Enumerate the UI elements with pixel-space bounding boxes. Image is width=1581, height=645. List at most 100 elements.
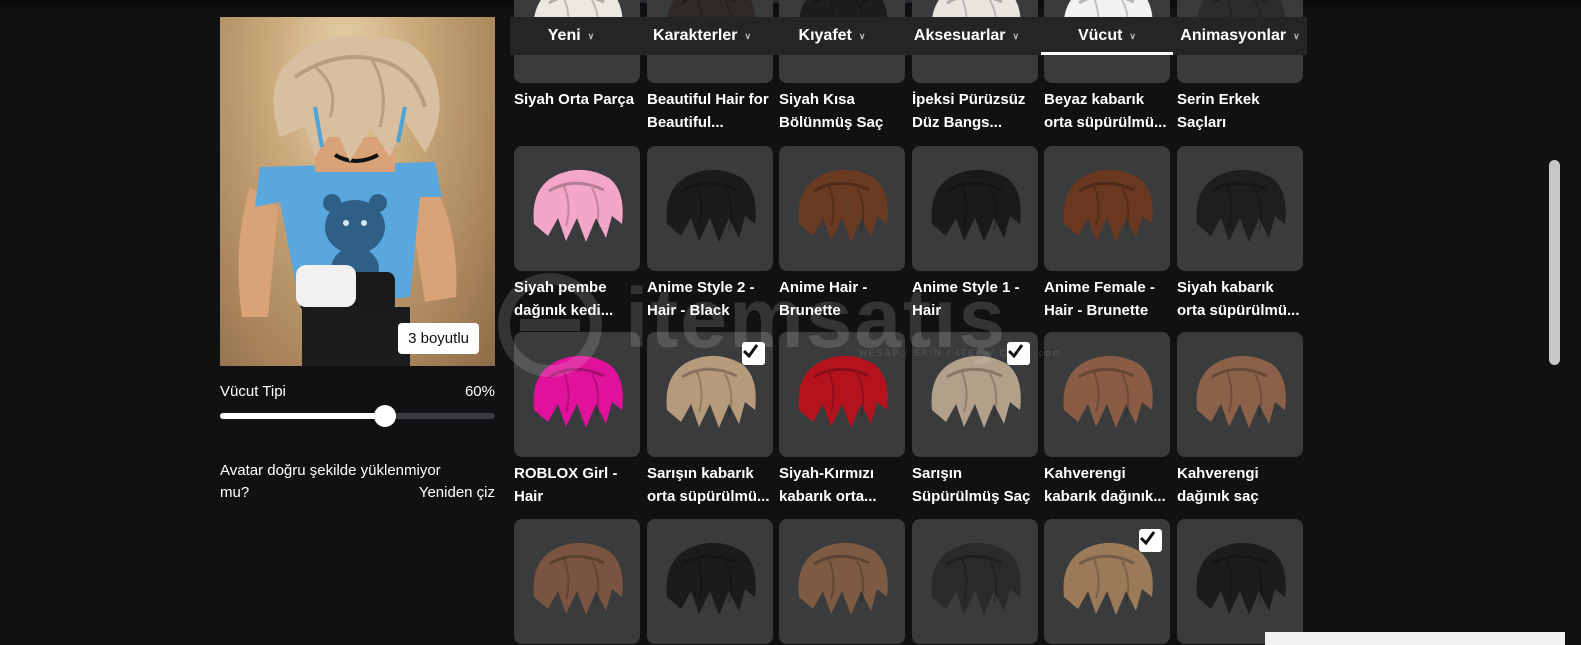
hair-icon bbox=[798, 542, 888, 615]
catalog-grid: Siyah Orta Parça Beautiful Hair for Beaut… bbox=[514, 0, 1304, 645]
item-name[interactable]: Siyah kabarık orta süpürülmü... bbox=[1177, 276, 1303, 322]
catalog-item[interactable]: ROBLOX Girl - Hair bbox=[514, 332, 640, 508]
hair-icon bbox=[1063, 169, 1153, 242]
item-thumbnail[interactable] bbox=[1044, 519, 1170, 644]
catalog-item[interactable] bbox=[779, 519, 905, 645]
item-name[interactable]: Anime Style 2 - Hair - Black bbox=[647, 276, 773, 322]
body-type-slider[interactable] bbox=[220, 405, 495, 427]
tab-label: Animasyonlar bbox=[1180, 27, 1287, 44]
item-thumbnail[interactable] bbox=[779, 332, 905, 457]
catalog-item[interactable]: Siyah-Kırmızı kabarık orta... bbox=[779, 332, 905, 508]
item-thumbnail[interactable] bbox=[779, 519, 905, 644]
item-name[interactable]: Kahverengi kabarık dağınık... bbox=[1044, 462, 1170, 508]
item-thumbnail[interactable] bbox=[514, 146, 640, 271]
item-name[interactable]: ROBLOX Girl - Hair bbox=[514, 462, 640, 508]
catalog-item[interactable] bbox=[1177, 519, 1303, 645]
tab-label: Yeni bbox=[547, 27, 581, 44]
catalog-item[interactable] bbox=[1044, 519, 1170, 645]
item-name[interactable]: Anime Hair - Brunette bbox=[779, 276, 905, 322]
3d-toggle-button[interactable]: 3 boyutlu bbox=[398, 323, 479, 354]
slider-fill bbox=[220, 413, 385, 419]
chevron-down-icon: ∨ bbox=[587, 30, 595, 41]
tab-0[interactable]: Yeni ∨ bbox=[510, 17, 632, 55]
catalog-item[interactable]: Siyah kabarık orta süpürülmü... bbox=[1177, 146, 1303, 322]
tab-label: Kıyafet bbox=[798, 27, 852, 44]
item-name[interactable]: Siyah pembe dağınık kedi... bbox=[514, 276, 640, 322]
item-thumbnail[interactable] bbox=[514, 519, 640, 644]
hair-icon bbox=[533, 355, 623, 428]
bottom-popup-edge bbox=[1265, 632, 1565, 645]
catalog-item[interactable]: Kahverengi kabarık dağınık... bbox=[1044, 332, 1170, 508]
item-thumbnail[interactable] bbox=[1044, 146, 1170, 271]
item-thumbnail[interactable] bbox=[912, 332, 1038, 457]
item-thumbnail[interactable] bbox=[1177, 332, 1303, 457]
item-name[interactable]: Siyah-Kırmızı kabarık orta... bbox=[779, 462, 905, 508]
check-icon[interactable] bbox=[742, 342, 765, 365]
catalog-item[interactable]: Anime Hair - Brunette bbox=[779, 146, 905, 322]
chevron-down-icon: ∨ bbox=[744, 30, 752, 41]
check-icon[interactable] bbox=[1139, 529, 1162, 552]
catalog-item[interactable] bbox=[647, 519, 773, 645]
avatar-figure bbox=[238, 35, 457, 366]
chevron-down-icon: ∨ bbox=[1129, 30, 1137, 41]
item-name[interactable]: Beautiful Hair for Beautiful... bbox=[647, 88, 773, 134]
item-thumbnail[interactable] bbox=[647, 519, 773, 644]
hair-icon bbox=[533, 169, 623, 242]
chevron-down-icon: ∨ bbox=[1293, 30, 1300, 41]
item-name[interactable]: Sarışın Süpürülmüş Saç bbox=[912, 462, 1038, 508]
item-name[interactable]: Sarışın kabarık orta süpürülmü... bbox=[647, 462, 773, 508]
tab-label: Aksesuarlar bbox=[913, 27, 1006, 44]
reload-prompt: Avatar doğru şekilde yüklenmiyor mu? Yen… bbox=[220, 460, 495, 504]
tab-label: Vücut bbox=[1077, 27, 1123, 44]
tab-label: Karakterler bbox=[652, 27, 738, 44]
item-name[interactable]: Anime Female - Hair - Brunette bbox=[1044, 276, 1170, 322]
catalog-item[interactable]: Sarışın kabarık orta süpürülmü... bbox=[647, 332, 773, 508]
tab-3[interactable]: Aksesuarlar ∨ bbox=[892, 17, 1041, 55]
item-thumbnail[interactable] bbox=[1044, 332, 1170, 457]
hair-icon bbox=[1196, 169, 1286, 242]
chevron-down-icon: ∨ bbox=[858, 30, 866, 41]
item-name[interactable]: Siyah Kısa Bölünmüş Saç bbox=[779, 88, 905, 134]
item-thumbnail[interactable] bbox=[647, 146, 773, 271]
catalog-item[interactable]: Sarışın Süpürülmüş Saç bbox=[912, 332, 1038, 508]
item-thumbnail[interactable] bbox=[1177, 146, 1303, 271]
catalog-item[interactable]: Kahverengi dağınık saç bbox=[1177, 332, 1303, 508]
tab-4[interactable]: Vücut ∨ bbox=[1041, 17, 1173, 55]
item-name[interactable]: Beyaz kabarık orta süpürülmü... bbox=[1044, 88, 1170, 134]
item-thumbnail[interactable] bbox=[647, 332, 773, 457]
hair-icon bbox=[798, 355, 888, 428]
item-name[interactable]: Serin Erkek Saçları bbox=[1177, 88, 1303, 134]
item-thumbnail[interactable] bbox=[912, 146, 1038, 271]
check-icon[interactable] bbox=[1007, 342, 1030, 365]
item-name[interactable]: İpeksi Pürüzsüz Düz Bangs... bbox=[912, 88, 1038, 134]
item-thumbnail[interactable] bbox=[514, 332, 640, 457]
catalog-item[interactable]: Siyah pembe dağınık kedi... bbox=[514, 146, 640, 322]
hair-icon bbox=[931, 169, 1021, 242]
tab-5[interactable]: Animasyonlar ∨ bbox=[1173, 17, 1307, 55]
avatar-preview[interactable]: 3 boyutlu bbox=[220, 17, 495, 366]
item-name[interactable]: Kahverengi dağınık saç bbox=[1177, 462, 1303, 508]
catalog-item[interactable] bbox=[514, 519, 640, 645]
item-name[interactable]: Siyah Orta Parça bbox=[514, 88, 640, 111]
tab-1[interactable]: Karakterler ∨ bbox=[632, 17, 772, 55]
hair-icon bbox=[666, 542, 756, 615]
item-thumbnail[interactable] bbox=[912, 519, 1038, 644]
catalog-item[interactable]: Anime Female - Hair - Brunette bbox=[1044, 146, 1170, 322]
tab-2[interactable]: Kıyafet ∨ bbox=[772, 17, 892, 55]
hair-icon bbox=[931, 542, 1021, 615]
hair-icon bbox=[666, 169, 756, 242]
redraw-button[interactable]: Yeniden çiz bbox=[419, 482, 495, 504]
hair-icon bbox=[1196, 355, 1286, 428]
slider-thumb[interactable] bbox=[374, 405, 396, 427]
catalog-item[interactable] bbox=[912, 519, 1038, 645]
hair-icon bbox=[533, 542, 623, 615]
body-type-value: 60% bbox=[464, 383, 495, 400]
item-thumbnail[interactable] bbox=[779, 146, 905, 271]
body-type-label: Vücut Tipi bbox=[220, 383, 286, 400]
page-scrollbar[interactable] bbox=[1549, 160, 1560, 365]
catalog-item[interactable]: Anime Style 1 - Hair bbox=[912, 146, 1038, 322]
hair-icon bbox=[1196, 542, 1286, 615]
item-thumbnail[interactable] bbox=[1177, 519, 1303, 644]
catalog-item[interactable]: Anime Style 2 - Hair - Black bbox=[647, 146, 773, 322]
item-name[interactable]: Anime Style 1 - Hair bbox=[912, 276, 1038, 322]
